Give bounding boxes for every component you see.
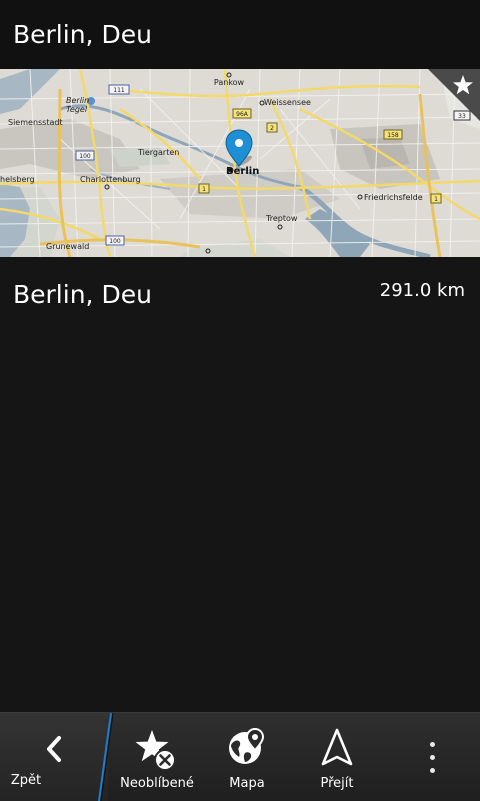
chevron-left-icon xyxy=(47,736,61,762)
back-label: Zpět xyxy=(10,773,42,788)
map-label-berlin-tegel-1: Berlin xyxy=(66,96,89,105)
svg-text:158: 158 xyxy=(387,132,399,139)
route-shield-111: 111 xyxy=(108,84,130,95)
globe-pin-icon xyxy=(229,727,265,764)
route-shield-96a: 96A xyxy=(232,108,252,119)
navigate-label: Přejít xyxy=(320,776,354,791)
svg-text:2: 2 xyxy=(270,125,274,132)
result-name: Berlin, Deu xyxy=(13,280,152,309)
map-label-treptow: Treptow xyxy=(265,214,298,223)
map-label-weissensee: Weissensee xyxy=(264,98,311,107)
svg-text:111: 111 xyxy=(113,87,125,94)
route-shield-1-centre: 1 xyxy=(198,183,210,194)
svg-text:1: 1 xyxy=(434,196,438,203)
map-label-pankow: Pankow xyxy=(214,78,245,87)
map-label-chelsberg: helsberg xyxy=(0,175,35,184)
star-remove-icon xyxy=(135,730,176,771)
map-label-berlin: Berlin xyxy=(226,166,259,177)
map-label-charlottenburg: Charlottenburg xyxy=(80,175,141,184)
route-shield-100-south: 100 xyxy=(105,235,125,246)
navigation-arrow-icon xyxy=(321,728,353,766)
map-label-tiergarten: Tiergarten xyxy=(137,148,179,157)
result-row[interactable]: Berlin, Deu 291.0 km xyxy=(0,266,480,326)
route-shield-1-east: 1 xyxy=(430,193,442,204)
map-label-siemensstadt: Siemensstadt xyxy=(8,118,63,127)
map-button[interactable]: Mapa xyxy=(204,713,290,801)
route-shield-100-north: 100 xyxy=(75,150,95,161)
route-shield-158: 158 xyxy=(383,129,403,140)
map-label-friedrichsfelde: Friedrichsfelde xyxy=(364,193,423,202)
unfavorite-button[interactable]: Neoblíbené xyxy=(112,713,202,801)
route-shield-2: 2 xyxy=(266,122,278,133)
overflow-menu-button[interactable] xyxy=(410,713,456,801)
action-bar: Zpět Neoblíbené Mapa Přejít xyxy=(0,712,480,801)
svg-text:96A: 96A xyxy=(236,111,249,118)
svg-text:100: 100 xyxy=(79,153,91,160)
map-label: Mapa xyxy=(229,776,265,791)
svg-text:100: 100 xyxy=(109,238,121,245)
favorite-corner-button[interactable] xyxy=(428,69,480,121)
back-button[interactable]: Zpět xyxy=(0,713,108,801)
svg-text:1: 1 xyxy=(202,186,206,193)
title-bar: Berlin, Deu xyxy=(0,0,480,69)
map-canvas[interactable]: 111 96A 2 158 33 100 100 1 1 Pankow Berl… xyxy=(0,69,480,257)
map-label-berlin-tegel-2: Tegel xyxy=(66,105,88,114)
map-view[interactable]: 111 96A 2 158 33 100 100 1 1 Pankow Berl… xyxy=(0,69,480,257)
map-label-grunewald: Grunewald xyxy=(46,242,89,251)
unfavorite-label: Neoblíbené xyxy=(120,776,194,791)
navigate-button[interactable]: Přejít xyxy=(294,713,380,801)
result-distance: 291.0 km xyxy=(379,280,465,301)
page-title: Berlin, Deu xyxy=(13,20,152,49)
